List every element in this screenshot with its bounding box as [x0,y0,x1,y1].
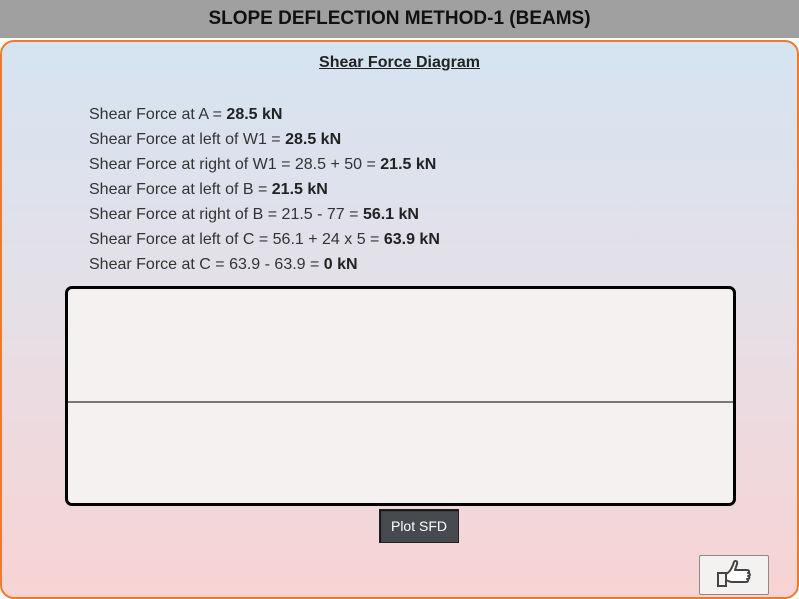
plot-sfd-button[interactable]: Plot SFD [379,509,459,543]
sfd-baseline [68,401,733,403]
title-bar: SLOPE DEFLECTION METHOD-1 (BEAMS) [0,0,799,38]
list-item: Shear Force at left of W1 = 28.5 kN [89,131,342,148]
list-item: Shear Force at A = 28.5 kN [89,106,283,123]
list-item: Shear Force at right of B = 21.5 - 77 = … [89,206,419,223]
list-item: Shear Force at left of C = 56.1 + 24 x 5… [89,231,440,248]
sfd-plot-area [65,286,736,506]
plot-sfd-label: Plot SFD [390,518,447,534]
content-panel: Shear Force Diagram Shear Force at A = 2… [0,40,799,599]
thumbs-up-icon [714,557,754,594]
shear-force-list: Shear Force at A = 28.5 kN Shear Force a… [89,102,440,277]
list-item: Shear Force at left of B = 21.5 kN [89,181,328,198]
page-title: SLOPE DEFLECTION METHOD-1 (BEAMS) [208,8,591,29]
next-button[interactable] [699,555,769,595]
list-item: Shear Force at right of W1 = 28.5 + 50 =… [89,156,437,173]
list-item: Shear Force at C = 63.9 - 63.9 = 0 kN [89,256,358,273]
section-title: Shear Force Diagram [319,54,480,71]
